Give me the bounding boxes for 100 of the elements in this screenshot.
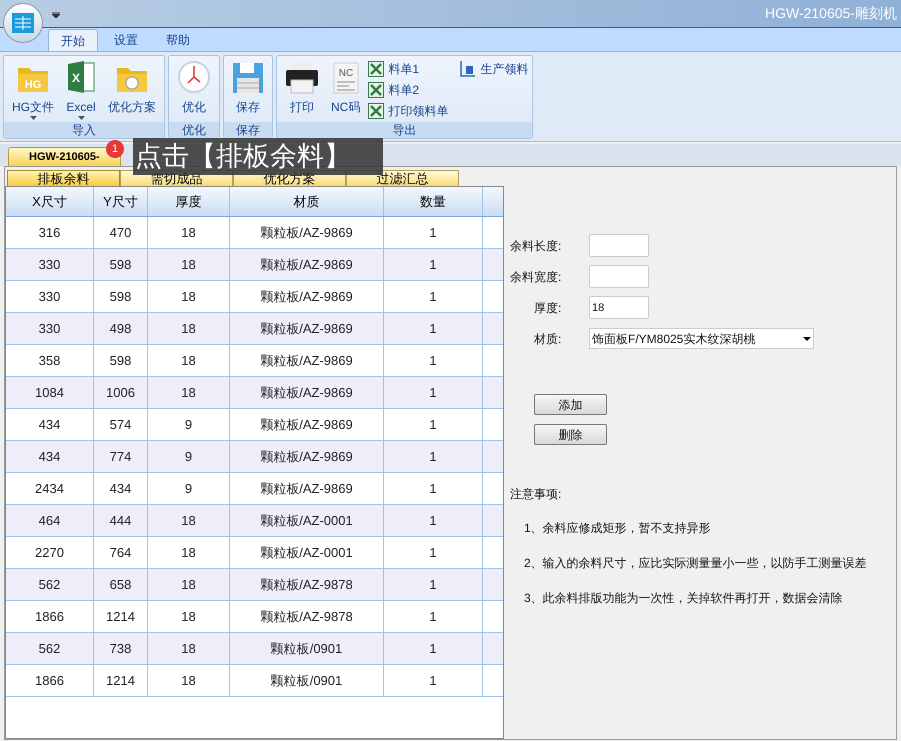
ribbon-button[interactable]: 优化 [173, 60, 215, 122]
table-cell: 1 [384, 409, 483, 440]
table-cell: 1 [384, 633, 483, 664]
ribbon-button[interactable]: 优化方案 [104, 60, 160, 122]
table-cell: 颗粒板/AZ-9869 [230, 217, 384, 248]
group-label: 导出 [277, 122, 532, 138]
table-cell: 1214 [94, 601, 148, 632]
table-cell: 330 [6, 313, 94, 344]
table-cell: 1 [384, 345, 483, 376]
table-cell: 1 [384, 537, 483, 568]
dropdown-caret-icon [30, 116, 36, 120]
table-cell: 18 [148, 313, 230, 344]
table-cell: 2434 [6, 473, 94, 504]
field-label: 厚度: [533, 300, 562, 316]
table-cell: 18 [148, 281, 230, 312]
group-label: 保存 [224, 122, 272, 138]
ribbon-small-button[interactable]: 料单2 [368, 81, 448, 99]
sub-tab[interactable]: 排板余料 [7, 170, 120, 186]
table-cell: 2270 [6, 537, 94, 568]
notes-title: 注意事项: [510, 486, 562, 503]
note-text: 3、此余料排版功能为一次性，关掉软件再打开，数据会清除 [524, 590, 844, 607]
table-cell: 464 [6, 505, 94, 536]
table-cell: 1214 [94, 665, 148, 696]
field-label: 余料长度: [510, 238, 562, 254]
table-cell: 18 [148, 345, 230, 376]
table-cell: 1084 [6, 377, 94, 408]
table-cell: 颗粒板/AZ-0001 [230, 505, 384, 536]
field-label: 余料宽度: [510, 268, 562, 286]
group-label: 优化 [169, 122, 219, 138]
grid-icon [12, 13, 34, 33]
action-button[interactable]: 添加 [534, 394, 607, 415]
group-label: 导入 [4, 122, 164, 138]
field-label: 材质: [533, 330, 562, 348]
table-cell: 1 [384, 601, 483, 632]
table-cell: 颗粒板/0901 [230, 633, 384, 664]
table-cell: 颗粒板/AZ-9869 [230, 249, 384, 280]
table-cell: 1 [384, 505, 483, 536]
ribbon-small-button[interactable]: 料单1 [368, 60, 448, 78]
table-cell: 1 [384, 313, 483, 344]
ribbon-button[interactable]: 保存 [228, 60, 268, 122]
column-header[interactable]: X尺寸 [6, 187, 94, 216]
table-cell: 1 [384, 473, 483, 504]
column-header[interactable]: 厚度 [148, 187, 230, 216]
table-cell: 598 [94, 345, 148, 376]
column-header[interactable]: 材质 [230, 187, 384, 216]
table-cell: 颗粒板/0901 [230, 665, 384, 696]
ribbon-button[interactable]: 打印 [281, 60, 323, 122]
material-select[interactable]: 饰面板F/YM8025实木纹深胡桃 [589, 328, 814, 349]
input-field[interactable] [589, 265, 649, 288]
printer-icon [285, 62, 319, 94]
table-cell: 434 [6, 441, 94, 472]
spreadsheet-icon [368, 103, 384, 119]
ribbon-button[interactable]: NC NC码 [327, 60, 364, 122]
table-cell: 9 [148, 473, 230, 504]
spreadsheet-icon [368, 61, 384, 77]
ribbon-button[interactable]: X Excel [62, 60, 100, 122]
table-cell: 18 [148, 217, 230, 248]
table-cell: 330 [6, 249, 94, 280]
table-cell: 9 [148, 441, 230, 472]
table-cell: 18 [148, 537, 230, 568]
table-cell: 1 [384, 281, 483, 312]
clock-icon [177, 60, 211, 94]
ribbon-button[interactable]: HG HG文件 [8, 60, 58, 122]
ribbon-tab[interactable]: 开始 [48, 29, 98, 51]
dropdown-caret-icon[interactable] [52, 12, 60, 18]
table-cell: 764 [94, 537, 148, 568]
table-cell: 574 [94, 409, 148, 440]
table-cell: 颗粒板/AZ-9869 [230, 409, 384, 440]
table-cell: 330 [6, 281, 94, 312]
table-cell: 颗粒板/AZ-9869 [230, 313, 384, 344]
table-cell: 18 [148, 569, 230, 600]
column-header[interactable]: 数量 [384, 187, 483, 216]
table-cell: 434 [94, 473, 148, 504]
input-field[interactable] [589, 234, 649, 257]
table-cell: 316 [6, 217, 94, 248]
input-field[interactable]: 18 [589, 296, 649, 319]
ribbon-tab[interactable]: 设置 [102, 29, 150, 51]
column-header[interactable]: Y尺寸 [94, 187, 148, 216]
table-cell: 颗粒板/AZ-9878 [230, 569, 384, 600]
table-cell: 358 [6, 345, 94, 376]
table-cell: 1 [384, 377, 483, 408]
table-cell: 18 [148, 633, 230, 664]
document-icon: NC [332, 62, 359, 94]
tooltip-overlay: 点击【排板余料】 [133, 138, 383, 175]
dropdown-caret-icon [78, 116, 84, 120]
table-cell: 颗粒板/AZ-9869 [230, 377, 384, 408]
ribbon-tab[interactable]: 帮助 [154, 29, 202, 51]
table-cell: 598 [94, 249, 148, 280]
ribbon-small-button[interactable]: 生产领料 [460, 60, 528, 78]
sub-tab[interactable]: 过滤汇总 [346, 170, 459, 186]
table-cell: 18 [148, 377, 230, 408]
ribbon-small-button[interactable]: 打印领料单 [368, 102, 448, 120]
note-text: 1、余料应修成矩形，暂不支持异形 [524, 520, 712, 537]
table-cell: 498 [94, 313, 148, 344]
action-button[interactable]: 删除 [534, 424, 607, 445]
table-cell: 774 [94, 441, 148, 472]
note-text: 2、输入的余料尺寸，应比实际测量量小一些，以防手工测量误差 [524, 555, 868, 572]
table-cell: 738 [94, 633, 148, 664]
table-cell: 470 [94, 217, 148, 248]
table-cell: 颗粒板/AZ-0001 [230, 537, 384, 568]
